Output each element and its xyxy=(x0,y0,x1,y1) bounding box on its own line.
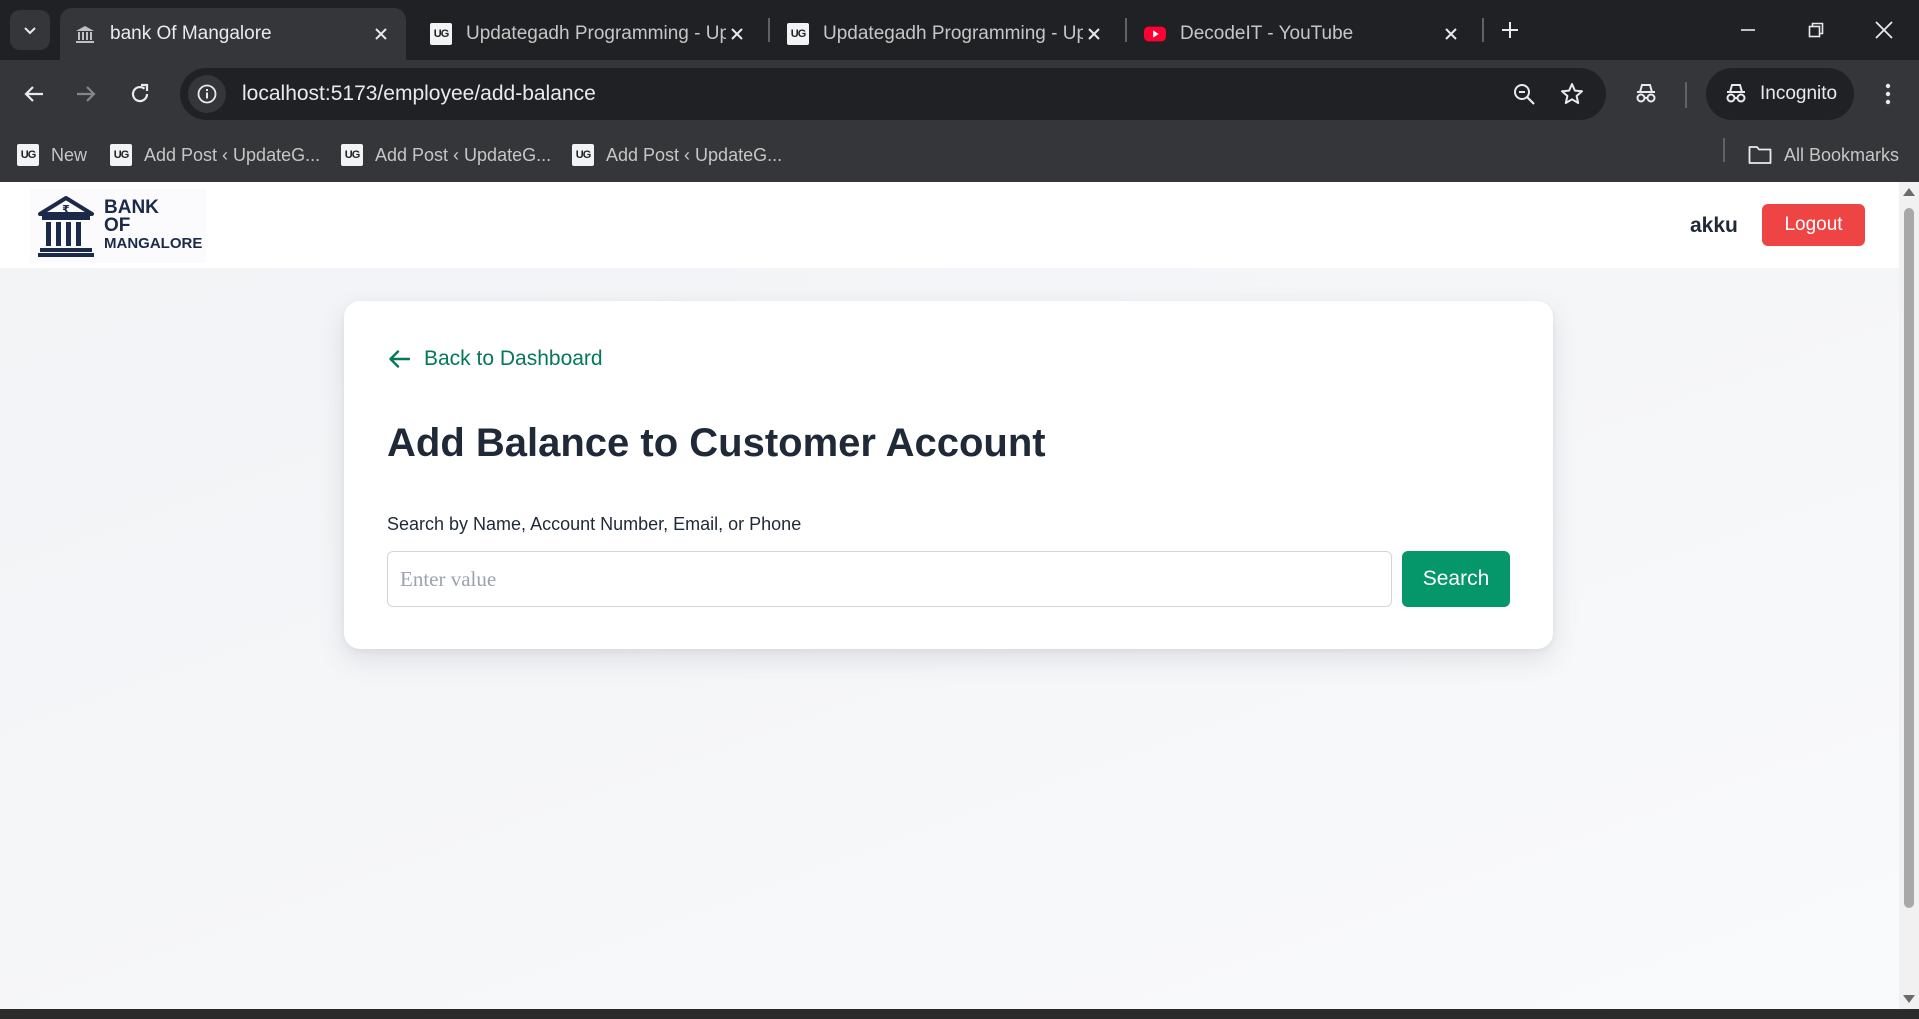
ug-favicon-icon: UG xyxy=(17,144,39,166)
minimize-button[interactable] xyxy=(1714,0,1782,60)
bookmark-add-post-3[interactable]: UG Add Post ‹ UpdateG... xyxy=(572,140,782,170)
tab-divider xyxy=(1482,18,1484,42)
tab-title: Updategadh Programming - Up xyxy=(823,23,1083,44)
all-bookmarks-button[interactable]: All Bookmarks xyxy=(1748,140,1899,170)
bookmarks-bar: UG New UG Add Post ‹ UpdateG... UG Add P… xyxy=(0,128,1919,182)
reload-button[interactable] xyxy=(120,74,160,114)
browser-menu-button[interactable] xyxy=(1868,74,1908,114)
ug-favicon-icon: UG xyxy=(787,23,809,45)
bookmark-star-icon[interactable] xyxy=(1552,74,1592,114)
page-scrollbar[interactable] xyxy=(1899,182,1919,1009)
scroll-down-arrow-icon[interactable] xyxy=(1903,995,1915,1003)
bank-favicon-icon xyxy=(74,23,96,45)
arrow-left-icon xyxy=(389,350,410,368)
bookmark-label: Add Post ‹ UpdateG... xyxy=(144,144,321,165)
tab-decodeit-youtube[interactable]: DecodeIT - YouTube xyxy=(1130,8,1476,60)
bookmark-add-post-1[interactable]: UG Add Post ‹ UpdateG... xyxy=(110,140,320,170)
forward-button[interactable] xyxy=(66,74,106,114)
url-text[interactable]: localhost:5173/employee/add-balance xyxy=(242,82,1504,106)
ug-favicon-icon: UG xyxy=(341,144,363,166)
scroll-up-arrow-icon[interactable] xyxy=(1903,188,1915,196)
incognito-label: Incognito xyxy=(1760,83,1838,104)
page-viewport: ₹ BANK OF MANGALORE akku Logout Back to … xyxy=(0,182,1899,1009)
plus-icon xyxy=(1502,22,1518,38)
arrow-right-icon xyxy=(77,86,96,102)
reload-icon xyxy=(131,83,149,103)
ug-favicon-icon: UG xyxy=(110,144,132,166)
incognito-extension-icon[interactable] xyxy=(1626,74,1666,114)
back-button[interactable] xyxy=(14,74,54,114)
address-bar[interactable]: localhost:5173/employee/add-balance xyxy=(180,68,1606,120)
bookmark-label: New xyxy=(51,144,88,165)
incognito-icon xyxy=(1726,84,1746,103)
search-label: Search by Name, Account Number, Email, o… xyxy=(387,514,802,534)
all-bookmarks-label: All Bookmarks xyxy=(1784,144,1900,165)
scrollbar-thumb[interactable] xyxy=(1904,208,1914,908)
bookmark-new[interactable]: UG New xyxy=(17,140,87,170)
logout-button[interactable]: Logout xyxy=(1762,204,1865,246)
tab-updategadh-1[interactable]: UG Updategadh Programming - Up xyxy=(416,8,762,60)
site-info-icon[interactable] xyxy=(188,75,226,113)
bookmark-add-post-2[interactable]: UG Add Post ‹ UpdateG... xyxy=(341,140,551,170)
search-button[interactable]: Search xyxy=(1402,551,1510,607)
tab-search-button[interactable] xyxy=(10,10,50,50)
bank-logo[interactable]: ₹ BANK OF MANGALORE xyxy=(30,189,206,263)
back-to-dashboard-link[interactable]: Back to Dashboard xyxy=(388,347,603,371)
chevron-down-icon xyxy=(24,27,36,35)
close-icon[interactable] xyxy=(726,23,748,45)
more-vertical-icon xyxy=(1885,83,1891,105)
tab-updategadh-2[interactable]: UG Updategadh Programming - Up xyxy=(773,8,1119,60)
search-input[interactable] xyxy=(387,551,1392,607)
close-window-button[interactable] xyxy=(1850,0,1918,60)
app-header: ₹ BANK OF MANGALORE akku Logout xyxy=(0,182,1899,268)
restore-icon xyxy=(1808,22,1824,38)
folder-icon xyxy=(1748,146,1772,164)
back-link-label: Back to Dashboard xyxy=(424,347,603,370)
tab-title: Updategadh Programming - Up xyxy=(466,23,726,44)
bookmark-label: Add Post ‹ UpdateG... xyxy=(375,144,552,165)
ug-favicon-icon: UG xyxy=(572,144,594,166)
logo-text: BANK OF MANGALORE xyxy=(104,198,203,253)
tab-bank-of-mangalore[interactable]: bank Of Mangalore xyxy=(60,8,406,60)
restore-button[interactable] xyxy=(1782,0,1850,60)
ug-favicon-icon: UG xyxy=(430,23,452,45)
browser-toolbar: localhost:5173/employee/add-balance Inco… xyxy=(0,60,1919,128)
close-icon[interactable] xyxy=(1440,23,1462,45)
close-icon xyxy=(1875,21,1893,39)
svg-text:₹: ₹ xyxy=(62,203,70,216)
minimize-icon xyxy=(1741,29,1755,31)
bookmark-label: Add Post ‹ UpdateG... xyxy=(606,144,783,165)
tab-divider xyxy=(768,18,770,42)
page-title: Add Balance to Customer Account xyxy=(387,421,1046,465)
close-icon[interactable] xyxy=(370,23,392,45)
toolbar-divider xyxy=(1685,82,1687,108)
new-tab-button[interactable] xyxy=(1490,12,1530,48)
bottom-edge xyxy=(0,1009,1919,1019)
tab-title: bank Of Mangalore xyxy=(110,23,272,44)
logo-line: OF xyxy=(104,215,131,236)
incognito-profile-button[interactable]: Incognito xyxy=(1706,68,1854,120)
tab-title: DecodeIT - YouTube xyxy=(1180,23,1354,44)
tab-strip: bank Of Mangalore UG Updategadh Programm… xyxy=(0,0,1919,60)
bookmarks-divider xyxy=(1723,138,1725,162)
username: akku xyxy=(1690,214,1738,237)
tab-divider xyxy=(1125,18,1127,42)
arrow-left-icon xyxy=(24,86,43,102)
close-icon[interactable] xyxy=(1083,23,1105,45)
youtube-favicon-icon xyxy=(1144,23,1166,45)
logo-line: MANGALORE xyxy=(104,235,203,252)
add-balance-card: Back to Dashboard Add Balance to Custome… xyxy=(344,301,1553,649)
zoom-icon[interactable] xyxy=(1504,74,1544,114)
bank-building-icon: ₹ xyxy=(38,196,94,257)
